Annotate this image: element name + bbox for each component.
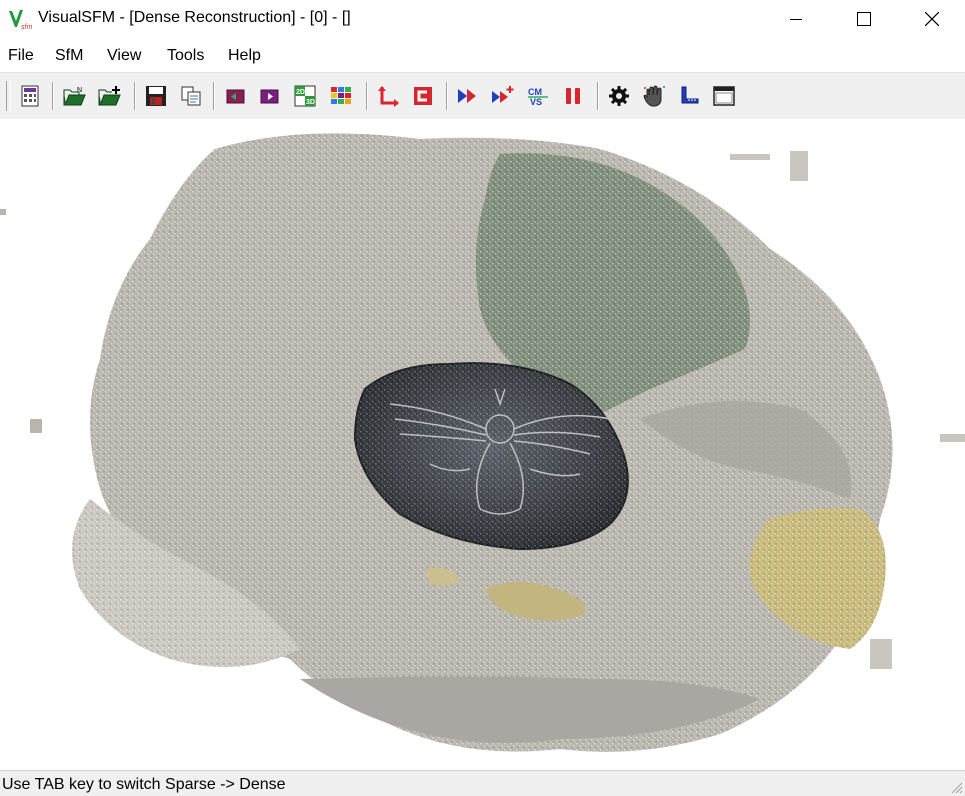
toolbar-separator: [366, 82, 368, 110]
switch-2d-3d-icon: 2D 3D: [294, 85, 316, 107]
pause-button[interactable]: [560, 83, 586, 109]
next-image-icon: [260, 89, 279, 104]
window-button[interactable]: [711, 83, 737, 109]
add-images-icon: [98, 86, 121, 106]
add-images-button[interactable]: [97, 83, 123, 109]
toolbar-separator: [134, 82, 136, 110]
svg-text:VS: VS: [530, 97, 542, 107]
add-reconstruction-button[interactable]: [490, 83, 516, 109]
measure-icon: [681, 86, 699, 104]
pan-hand-icon: [643, 85, 665, 107]
menu-sfm[interactable]: SfM: [55, 47, 83, 65]
menu-help[interactable]: Help: [228, 47, 261, 65]
show-match-matrix-button[interactable]: [410, 83, 436, 109]
open-multiple-images-icon: N: [63, 87, 86, 106]
measure-button[interactable]: [676, 83, 702, 109]
compute-3d-reconstruction-button[interactable]: [455, 83, 481, 109]
thumbnails-button[interactable]: [328, 83, 354, 109]
pause-icon: [566, 88, 580, 104]
close-icon: [925, 12, 939, 26]
maximize-icon: [857, 12, 871, 26]
title-bar: sfm VisualSFM - [Dense Reconstruction] -…: [0, 0, 965, 38]
log-window-icon: [21, 85, 39, 107]
compute-3d-reconstruction-icon: [458, 89, 476, 103]
show-match-matrix-icon: [414, 87, 432, 105]
next-image-button[interactable]: [257, 83, 283, 109]
save-nvm-icon: [146, 86, 166, 106]
settings-button[interactable]: [606, 83, 632, 109]
toolbar-separator: [597, 82, 599, 110]
resize-grip-icon[interactable]: [949, 780, 963, 794]
menu-bar: File SfM View Tools Help: [0, 38, 965, 72]
toolbar-grip[interactable]: [6, 81, 11, 111]
visualsfm-logo-icon: sfm: [9, 10, 32, 30]
menu-view[interactable]: View: [107, 47, 141, 65]
compute-missing-matches-button[interactable]: [375, 83, 401, 109]
close-button[interactable]: [898, 0, 965, 38]
add-reconstruction-icon: [492, 86, 514, 103]
svg-text:CM: CM: [528, 87, 542, 97]
minimize-button[interactable]: [762, 0, 830, 38]
compute-missing-matches-icon: [378, 86, 399, 107]
copy-button[interactable]: [178, 83, 204, 109]
status-bar: Use TAB key to switch Sparse -> Dense: [0, 770, 965, 796]
toolbar-separator: [52, 82, 54, 110]
copy-icon: [181, 86, 201, 106]
svg-text:sfm: sfm: [21, 24, 32, 30]
settings-icon: [609, 86, 629, 106]
toolbar-separator: [213, 82, 215, 110]
svg-text:N: N: [77, 87, 82, 94]
maximize-button[interactable]: [830, 0, 898, 38]
point-cloud-render: [0, 133, 965, 752]
thumbnails-icon: [331, 87, 351, 104]
toolbar: N 2D 3D CM VS: [0, 72, 965, 120]
svg-text:2D: 2D: [296, 89, 305, 96]
minimize-icon: [790, 19, 802, 20]
status-text: Use TAB key to switch Sparse -> Dense: [2, 776, 286, 793]
svg-text:3D: 3D: [306, 99, 315, 106]
save-nvm-button[interactable]: [143, 83, 169, 109]
menu-tools[interactable]: Tools: [167, 47, 204, 65]
log-window-button[interactable]: [17, 83, 43, 109]
window-icon: [713, 86, 735, 106]
3d-viewport[interactable]: [0, 119, 965, 769]
run-cmvs-button[interactable]: CM VS: [525, 83, 551, 109]
open-multiple-images-button[interactable]: N: [62, 83, 88, 109]
run-cmvs-icon: CM VS: [528, 87, 548, 107]
pan-hand-button[interactable]: [641, 83, 667, 109]
menu-file[interactable]: File: [8, 47, 34, 65]
previous-image-icon: [226, 89, 245, 104]
previous-image-button[interactable]: [222, 83, 248, 109]
window-title: VisualSFM - [Dense Reconstruction] - [0]…: [38, 9, 351, 26]
toolbar-separator: [446, 82, 448, 110]
switch-2d-3d-button[interactable]: 2D 3D: [292, 83, 318, 109]
